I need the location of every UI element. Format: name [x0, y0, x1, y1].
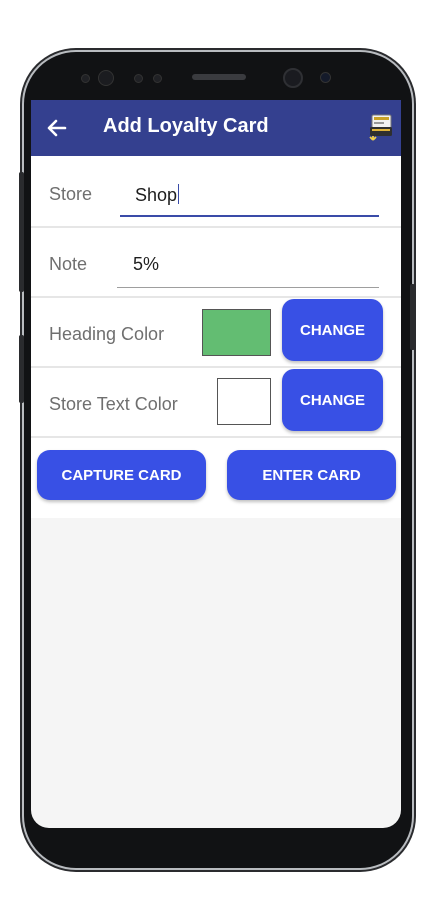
divider [31, 226, 401, 228]
heading-color-label: Heading Color [49, 324, 165, 344]
note-label: Note [49, 254, 88, 274]
iris-sensor [98, 70, 114, 86]
volume-button [19, 172, 24, 292]
arrow-left-icon[interactable] [43, 114, 71, 142]
divider [31, 296, 401, 298]
proximity-sensor [320, 72, 331, 83]
sensor-dot [134, 74, 143, 83]
store-value: Shop [135, 185, 178, 205]
divider [31, 436, 401, 438]
heading-color-swatch [202, 309, 271, 356]
app-screen: Add Loyalty Card Store Shop Note 5% Head… [31, 100, 401, 828]
page-title: Add Loyalty Card [103, 115, 269, 137]
bixby-button [19, 335, 24, 403]
earpiece-speaker [192, 74, 246, 80]
note-input[interactable]: 5% [133, 254, 159, 275]
store-text-color-swatch [217, 378, 271, 425]
store-label: Store [49, 184, 93, 204]
capture-card-button[interactable]: CAPTURE CARD [37, 450, 206, 500]
power-button [410, 284, 415, 350]
front-camera [283, 68, 303, 88]
change-store-text-color-button[interactable]: CHANGE [282, 369, 383, 431]
store-input[interactable]: Shop [135, 184, 180, 206]
form-card: Store Shop Note 5% Heading Color CHANGE … [31, 156, 401, 518]
store-text-color-label: Store Text Color [49, 394, 178, 414]
store-input-underline [120, 215, 379, 217]
enter-card-button[interactable]: ENTER CARD [227, 450, 396, 500]
sensor-dot [81, 74, 90, 83]
sensor-dot [153, 74, 162, 83]
app-bar: Add Loyalty Card [31, 100, 401, 156]
note-input-underline [117, 287, 379, 288]
divider [31, 366, 401, 368]
change-heading-color-button[interactable]: CHANGE [282, 299, 383, 361]
text-caret [178, 184, 180, 204]
save-card-icon[interactable] [368, 112, 394, 142]
